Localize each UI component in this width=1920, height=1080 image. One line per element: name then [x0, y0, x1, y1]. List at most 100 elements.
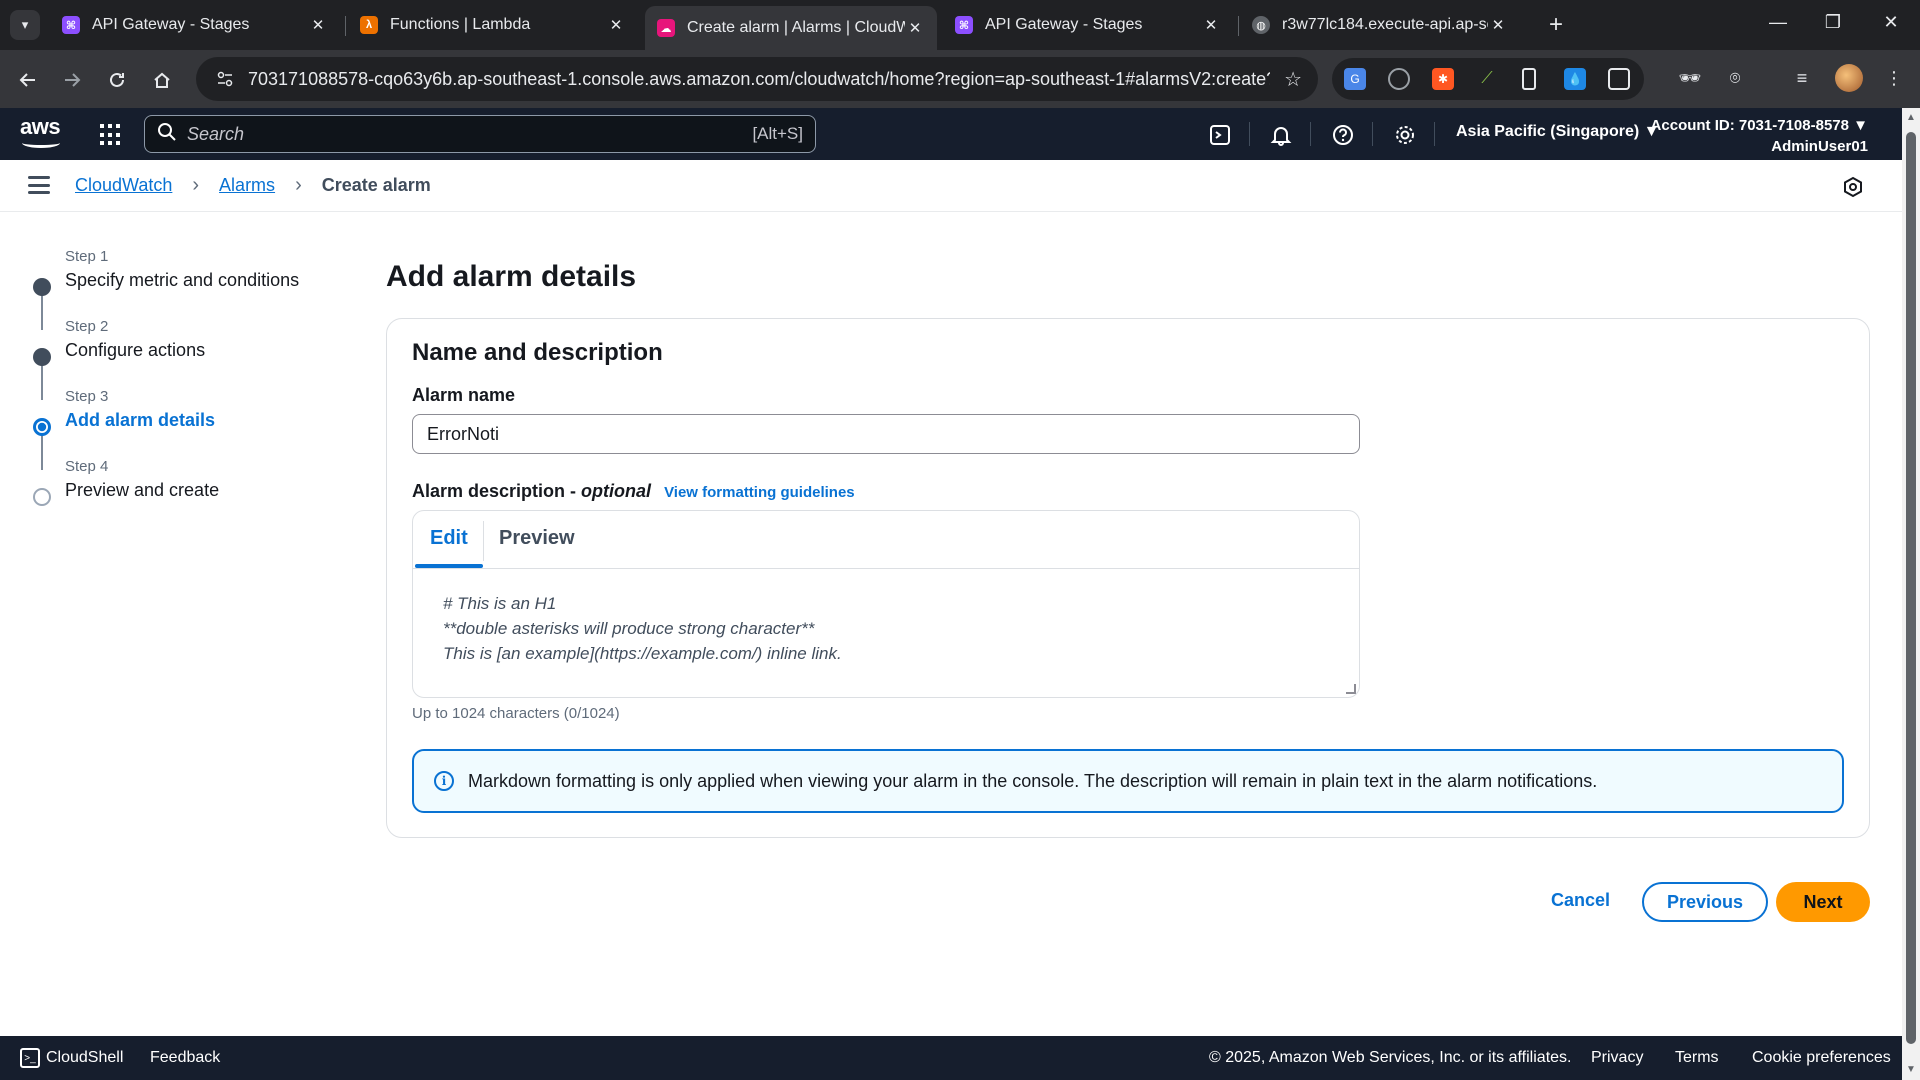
region-selector[interactable]: Asia Pacific (Singapore) ▼ — [1456, 123, 1659, 141]
description-label-text: Alarm description - — [412, 481, 577, 501]
browser-tab-2[interactable]: λ Functions | Lambda ✕ — [348, 8, 638, 42]
tab-title: API Gateway - Stages — [92, 16, 250, 33]
settings-gear-icon[interactable] — [1392, 122, 1418, 148]
browser-tab-1[interactable]: ⌘ API Gateway - Stages ✕ — [50, 8, 340, 42]
chevron-right-icon: › — [295, 174, 302, 196]
terms-link[interactable]: Terms — [1675, 1049, 1719, 1067]
breadcrumb-cloudwatch[interactable]: CloudWatch — [75, 175, 172, 196]
new-tab-icon[interactable]: + — [1543, 12, 1569, 38]
screenshot-icon[interactable]: ⌾ — [1723, 68, 1747, 89]
resize-handle-icon[interactable] — [1346, 684, 1356, 694]
lambda-favicon-icon: λ — [360, 16, 378, 34]
page-title: Add alarm details — [386, 260, 637, 293]
character-count: Up to 1024 characters (0/1024) — [412, 705, 620, 722]
browser-tab-5[interactable]: ◍ r3w77lc184.execute-api.ap-sou ✕ — [1240, 8, 1520, 42]
tab-preview[interactable]: Preview — [499, 527, 575, 550]
info-message: Markdown formatting is only applied when… — [468, 770, 1598, 791]
cloudshell-link[interactable]: CloudShell — [46, 1049, 123, 1067]
close-tab-icon[interactable]: ✕ — [1201, 16, 1221, 34]
info-icon: i — [434, 771, 454, 791]
breadcrumb-alarms[interactable]: Alarms — [219, 175, 275, 196]
browser-menu-icon[interactable]: ⋮ — [1882, 68, 1906, 89]
cancel-button[interactable]: Cancel — [1551, 890, 1610, 911]
orange-extension-icon[interactable]: ✱ — [1432, 68, 1454, 90]
tab-title: r3w77lc184.execute-api.ap-sou — [1282, 16, 1488, 33]
placeholder-line: This is [an example](https://example.com… — [443, 644, 842, 663]
scroll-up-icon[interactable]: ▲ — [1905, 112, 1917, 124]
drop-extension-icon[interactable]: 💧 — [1564, 68, 1586, 90]
tab-search-button[interactable]: ▾ — [10, 10, 40, 40]
name-description-panel: Name and description Alarm name ErrorNot… — [386, 318, 1870, 838]
aws-search-input[interactable]: Search [Alt+S] — [144, 115, 816, 153]
tab-title: API Gateway - Stages — [985, 16, 1143, 33]
account-menu[interactable]: Account ID: 7031-7108-8578 ▼ AdminUser01 — [1651, 115, 1868, 157]
profile-avatar[interactable] — [1835, 64, 1863, 92]
compass-extension-icon[interactable] — [1388, 68, 1410, 90]
wizard-steps: Step 1 Specify metric and conditions Ste… — [30, 248, 330, 508]
close-window-icon[interactable]: ✕ — [1876, 12, 1906, 33]
step-complete-dot — [33, 278, 51, 296]
hamburger-menu-icon[interactable] — [28, 176, 50, 194]
reload-icon[interactable] — [103, 66, 131, 94]
restore-icon[interactable]: ❐ — [1818, 12, 1848, 33]
minimize-icon[interactable]: — — [1763, 12, 1793, 33]
close-tab-icon[interactable]: ✕ — [905, 19, 925, 37]
previous-button[interactable]: Previous — [1642, 882, 1768, 922]
close-tab-icon[interactable]: ✕ — [606, 16, 626, 34]
privacy-link[interactable]: Privacy — [1591, 1049, 1643, 1067]
aws-top-nav: aws Search [Alt+S] Asia Pacific (Singapo… — [0, 108, 1902, 160]
description-textarea[interactable]: # This is an H1 **double asterisks will … — [443, 591, 842, 666]
step-name: Add alarm details — [65, 410, 216, 430]
hexagon-settings-icon[interactable] — [1842, 176, 1864, 198]
device-extension-icon[interactable] — [1522, 68, 1536, 90]
forward-icon[interactable] — [58, 66, 86, 94]
description-editor: Edit Preview # This is an H1 **double as… — [412, 510, 1360, 698]
editor-tabs: Edit Preview — [413, 511, 1359, 569]
step-label: Step 1 — [65, 248, 109, 265]
formatting-guidelines-link[interactable]: View formatting guidelines — [664, 484, 855, 501]
search-shortcut: [Alt+S] — [752, 124, 803, 143]
puzzle-extensions-icon[interactable] — [1608, 68, 1630, 90]
tab-edit[interactable]: Edit — [430, 527, 468, 550]
back-icon[interactable] — [14, 66, 42, 94]
close-tab-icon[interactable]: ✕ — [1488, 16, 1508, 34]
bookmark-star-icon[interactable]: ☆ — [1284, 67, 1302, 92]
incognito-icon[interactable]: 🕶 — [1678, 68, 1702, 89]
alarm-name-value: ErrorNoti — [427, 423, 500, 444]
api-gateway-favicon-icon: ⌘ — [62, 16, 80, 34]
step-complete-dot — [33, 348, 51, 366]
chevron-right-icon: › — [192, 174, 200, 196]
pen-extension-icon[interactable]: ⟋ — [1476, 68, 1498, 90]
aws-logo[interactable]: aws — [20, 116, 64, 152]
cloudwatch-favicon-icon: ☁ — [657, 19, 675, 37]
api-gateway-favicon-icon: ⌘ — [955, 16, 973, 34]
step-label: Step 2 — [65, 318, 109, 335]
next-button[interactable]: Next — [1776, 882, 1870, 922]
browser-tab-3-active[interactable]: ☁ Create alarm | Alarms | CloudW ✕ — [645, 6, 937, 50]
aws-logo-text: aws — [20, 114, 61, 139]
breadcrumb-bar: CloudWatch › Alarms › Create alarm — [0, 160, 1902, 212]
site-info-icon[interactable] — [210, 70, 240, 88]
notifications-bell-icon[interactable] — [1268, 122, 1294, 148]
media-control-icon[interactable]: ≡ — [1790, 68, 1814, 89]
scroll-down-icon[interactable]: ▼ — [1905, 1064, 1917, 1076]
services-grid-icon[interactable] — [100, 124, 122, 146]
cloudshell-icon[interactable] — [1207, 122, 1233, 148]
address-bar[interactable]: 703171088578-cqo63y6b.ap-southeast-1.con… — [196, 57, 1318, 101]
browser-tab-4[interactable]: ⌘ API Gateway - Stages ✕ — [943, 8, 1233, 42]
cookie-preferences-link[interactable]: Cookie preferences — [1752, 1049, 1891, 1067]
info-alert: i Markdown formatting is only applied wh… — [412, 749, 1844, 813]
home-icon[interactable] — [148, 66, 176, 94]
step-current-dot — [33, 418, 51, 436]
search-icon — [157, 122, 179, 147]
alarm-name-label: Alarm name — [412, 385, 516, 405]
search-placeholder: Search — [187, 123, 245, 144]
alarm-name-input[interactable]: ErrorNoti — [412, 414, 1360, 454]
feedback-link[interactable]: Feedback — [150, 1049, 220, 1067]
scrollbar-thumb[interactable] — [1906, 132, 1916, 1044]
close-tab-icon[interactable]: ✕ — [308, 16, 328, 34]
translate-extension-icon[interactable]: G — [1344, 68, 1366, 90]
browser-tabstrip: ▾ ⌘ API Gateway - Stages ✕ λ Functions |… — [0, 0, 1920, 50]
cloudshell-footer-icon[interactable]: >_ — [20, 1048, 40, 1068]
help-icon[interactable] — [1330, 122, 1356, 148]
